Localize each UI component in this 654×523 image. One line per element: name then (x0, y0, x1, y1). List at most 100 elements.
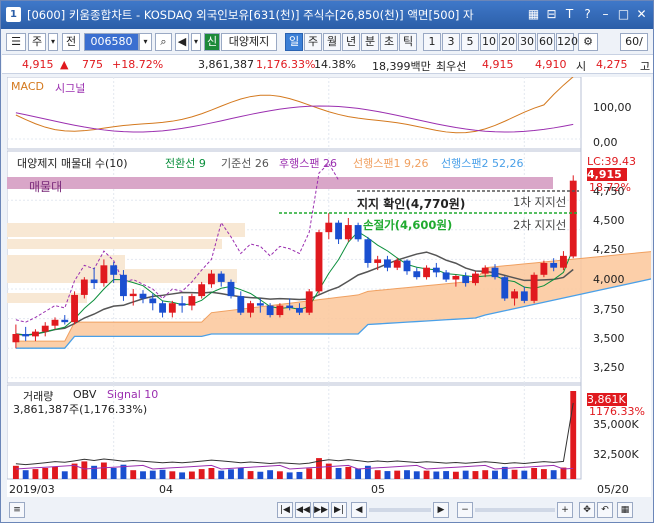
interval-1[interactable]: 1 (423, 33, 441, 51)
interval-10[interactable]: 10 (480, 33, 498, 51)
best-ask-label: 최우선 (436, 60, 467, 73)
candle-body (237, 296, 245, 313)
volume-bar (110, 468, 117, 479)
volume-bar (52, 466, 58, 479)
candle-body (22, 333, 30, 337)
type-select[interactable]: 주 (28, 33, 46, 51)
volume-pct-badge: 1176.33% (589, 405, 645, 418)
volume-profile-bar (7, 239, 222, 249)
close-icon[interactable]: ✕ (634, 6, 649, 23)
candle-body (569, 180, 577, 257)
zoom-out-icon[interactable]: − (457, 502, 473, 518)
price-axis-4000: 4,000 (593, 273, 625, 286)
interval-120[interactable]: 120 (556, 33, 578, 51)
text-icon[interactable]: T (562, 6, 577, 23)
volume-bar (130, 470, 137, 479)
interval-30[interactable]: 30 (518, 33, 536, 51)
count-input[interactable]: 60/ (620, 33, 648, 51)
scroll-first-icon[interactable]: |◀ (277, 502, 293, 518)
volume-bar (149, 470, 156, 479)
chart-icon[interactable]: ⊟ (544, 6, 559, 23)
title-bar: 1 [0600] 키움종합차트 - KOSDAQ 외국인보유[631(천)] 주… (1, 1, 653, 29)
scroll-forward-icon[interactable]: ▶ (433, 502, 449, 518)
period-1[interactable]: 주 (304, 33, 322, 51)
interval-5[interactable]: 5 (461, 33, 479, 51)
candle-body (110, 265, 118, 275)
code-dropdown-icon[interactable]: ▾ (139, 33, 152, 51)
zoom-slider[interactable] (475, 508, 555, 512)
period-5[interactable]: 초 (380, 33, 398, 51)
speaker-icon[interactable]: ◀ (175, 33, 189, 51)
candle-body (364, 239, 372, 263)
type-dropdown-icon[interactable]: ▾ (48, 33, 58, 51)
up-arrow-icon: ▲ (60, 58, 69, 71)
candle-body (61, 319, 69, 323)
interval-20[interactable]: 20 (499, 33, 517, 51)
interval-60[interactable]: 60 (537, 33, 555, 51)
volume-bar (42, 468, 49, 479)
volume-bar (462, 470, 469, 479)
macd-axis-100: 100,00 (593, 101, 632, 114)
minimize-icon[interactable]: – (598, 6, 613, 23)
scroll-fast-back-icon[interactable]: ◀◀ (295, 502, 311, 518)
price-axis-3500: 3,500 (593, 332, 625, 345)
volume-bar (433, 471, 440, 479)
price-axis-3250: 3,250 (593, 361, 625, 374)
interval-3[interactable]: 3 (442, 33, 460, 51)
candle-body (100, 265, 108, 284)
arrange-icon[interactable]: ≡ (9, 502, 25, 518)
candle-body (315, 232, 323, 292)
macd-label: MACD (11, 80, 44, 93)
x-label-05: 05 (371, 483, 385, 496)
period-0[interactable]: 일 (285, 33, 303, 51)
volume-bar (276, 471, 283, 479)
scroll-last-icon[interactable]: ▶| (331, 502, 347, 518)
search-icon[interactable]: ⌕ (155, 33, 172, 51)
volume-bar (472, 471, 479, 479)
turnover: 14.38% (314, 58, 356, 71)
volume-bar (267, 470, 274, 479)
chart-area[interactable]: MACD 시그널 100,00 0,00 대양제지 매물대 수(10) 전환선 … (7, 77, 651, 497)
candle-body (520, 291, 528, 301)
candle-body (560, 255, 567, 268)
volume-bar (188, 471, 195, 479)
candle-body (325, 222, 333, 233)
prev-button[interactable]: 전 (62, 33, 80, 51)
candle-body (423, 267, 430, 278)
support1-label: 1차 지지선 (513, 195, 567, 209)
grid-icon[interactable]: ▦ (617, 502, 633, 518)
candle-body (540, 262, 548, 275)
zoom-in-icon[interactable]: + (557, 502, 573, 518)
settings-icon[interactable]: ⚙ (578, 33, 598, 51)
pan-icon[interactable]: ✥ (579, 502, 595, 518)
period-6[interactable]: 틱 (399, 33, 417, 51)
period-3[interactable]: 년 (342, 33, 360, 51)
period-4[interactable]: 분 (361, 33, 379, 51)
menu-icon[interactable]: ☰ (6, 33, 26, 51)
period-2[interactable]: 월 (323, 33, 341, 51)
speaker-dropdown-icon[interactable]: ▾ (191, 33, 201, 51)
candle-body (227, 281, 235, 297)
candle-body (344, 225, 352, 240)
volume-profile-bar (7, 223, 245, 237)
price-axis-4750: 4,750 (593, 185, 625, 198)
candle-body (208, 273, 215, 285)
scroll-back-icon[interactable]: ◀ (351, 502, 367, 518)
undo-icon[interactable]: ↶ (597, 502, 613, 518)
help-icon[interactable]: ? (580, 6, 595, 23)
volume-bar (452, 471, 459, 479)
volume-bar (198, 469, 205, 479)
scroll-track[interactable] (369, 508, 431, 512)
candle-body (217, 273, 225, 282)
restore-icon[interactable]: □ (616, 6, 631, 23)
volume-axis-32500: 32,500K (593, 448, 639, 461)
candle-body (32, 331, 39, 337)
candle-body (188, 296, 196, 306)
tile-icon[interactable]: ▦ (526, 6, 541, 23)
price-legend-title: 대양제지 매물대 수(10) (17, 157, 128, 170)
scroll-fast-forward-icon[interactable]: ▶▶ (313, 502, 329, 518)
code-input[interactable]: 006580 (84, 33, 139, 51)
volume-bar (423, 470, 430, 479)
x-label-05-20: 05/20 (597, 483, 629, 496)
stop-text: 손절가(4,600원) (363, 218, 453, 232)
